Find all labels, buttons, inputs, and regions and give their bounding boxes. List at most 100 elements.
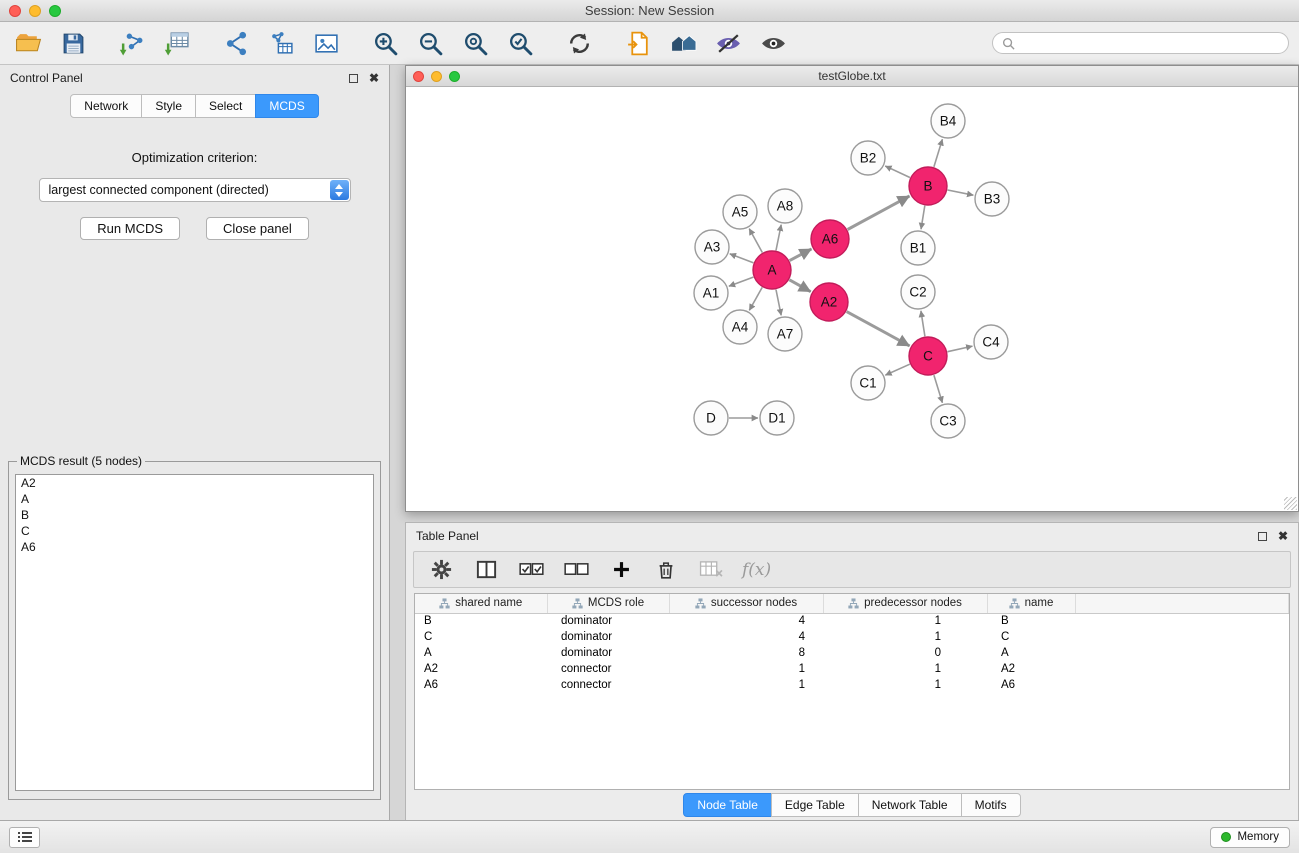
node-B4[interactable]: B4 bbox=[931, 104, 965, 138]
table-cell[interactable]: B bbox=[415, 613, 547, 629]
node-B[interactable]: B bbox=[909, 167, 947, 205]
node-D[interactable]: D bbox=[694, 401, 728, 435]
edge-A-A2[interactable] bbox=[789, 280, 810, 292]
node-A8[interactable]: A8 bbox=[768, 189, 802, 223]
zoom-selected-button[interactable] bbox=[502, 26, 539, 60]
close-panel-icon[interactable]: ✖ bbox=[369, 72, 379, 84]
network-image-button[interactable] bbox=[308, 26, 345, 60]
node-A7[interactable]: A7 bbox=[768, 317, 802, 351]
node-A1[interactable]: A1 bbox=[694, 276, 728, 310]
sort-icon[interactable] bbox=[695, 598, 706, 609]
gear-button[interactable] bbox=[427, 556, 455, 584]
table-cell[interactable]: A bbox=[415, 645, 547, 661]
table-cell[interactable]: B bbox=[987, 613, 1075, 629]
resize-grip[interactable] bbox=[1284, 497, 1297, 510]
hide-eye-button[interactable] bbox=[710, 26, 747, 60]
table-cell[interactable]: 1 bbox=[669, 661, 823, 677]
delete-row-button[interactable] bbox=[652, 556, 680, 584]
close-table-panel-icon[interactable]: ✖ bbox=[1278, 530, 1288, 542]
edge-C-C4[interactable] bbox=[948, 346, 973, 352]
column-header-name[interactable]: name bbox=[987, 594, 1075, 613]
tab-edge-table[interactable]: Edge Table bbox=[771, 793, 859, 817]
fullscreen-window-button[interactable] bbox=[49, 5, 61, 17]
edge-B-B1[interactable] bbox=[921, 206, 925, 230]
tab-select[interactable]: Select bbox=[195, 94, 256, 118]
result-item[interactable]: C bbox=[16, 523, 373, 539]
table-cell[interactable]: 8 bbox=[669, 645, 823, 661]
node-A[interactable]: A bbox=[753, 251, 791, 289]
network-table-button[interactable] bbox=[263, 26, 300, 60]
table-cell[interactable]: dominator bbox=[547, 613, 669, 629]
table-cell[interactable]: C bbox=[415, 629, 547, 645]
tab-motifs[interactable]: Motifs bbox=[961, 793, 1021, 817]
column-header-successor-nodes[interactable]: successor nodes bbox=[669, 594, 823, 613]
zoom-fit-button[interactable] bbox=[457, 26, 494, 60]
network-window-titlebar[interactable]: testGlobe.txt bbox=[406, 66, 1298, 87]
node-B3[interactable]: B3 bbox=[975, 182, 1009, 216]
node-C2[interactable]: C2 bbox=[901, 275, 935, 309]
result-item[interactable]: B bbox=[16, 507, 373, 523]
result-item[interactable]: A bbox=[16, 491, 373, 507]
search-box[interactable] bbox=[992, 32, 1289, 54]
edge-B-B2[interactable] bbox=[885, 166, 910, 178]
import-table-button[interactable] bbox=[159, 26, 196, 60]
table-cell[interactable]: connector bbox=[547, 677, 669, 693]
table-cell[interactable]: A2 bbox=[415, 661, 547, 677]
table-cell[interactable]: 1 bbox=[669, 677, 823, 693]
column-header-mcds-role[interactable]: MCDS role bbox=[547, 594, 669, 613]
edge-C-C1[interactable] bbox=[885, 364, 910, 375]
table-cell[interactable]: 1 bbox=[823, 661, 987, 677]
network-canvas[interactable]: B4B2BB3A8A5A6A3B1AC2A1A2A4A7C4CC1C3DD1 bbox=[406, 87, 1298, 511]
tab-node-table[interactable]: Node Table bbox=[683, 793, 772, 817]
zoom-in-button[interactable] bbox=[367, 26, 404, 60]
panel-list-button[interactable] bbox=[9, 827, 40, 848]
float-panel-icon[interactable] bbox=[349, 74, 358, 83]
node-table-container[interactable]: shared nameMCDS rolesuccessor nodesprede… bbox=[414, 593, 1290, 790]
edge-A6-B[interactable] bbox=[848, 196, 910, 230]
edge-A-A1[interactable] bbox=[729, 277, 754, 286]
network-graph[interactable]: B4B2BB3A8A5A6A3B1AC2A1A2A4A7C4CC1C3DD1 bbox=[406, 87, 1298, 511]
edge-C-C2[interactable] bbox=[921, 311, 925, 336]
tab-network[interactable]: Network bbox=[70, 94, 142, 118]
column-header-shared-name[interactable]: shared name bbox=[415, 594, 547, 613]
close-window-button[interactable] bbox=[9, 5, 21, 17]
edge-C-C3[interactable] bbox=[934, 375, 943, 403]
edge-A-A7[interactable] bbox=[776, 290, 781, 316]
deselect-all-button[interactable] bbox=[562, 556, 590, 584]
node-C[interactable]: C bbox=[909, 337, 947, 375]
node-A3[interactable]: A3 bbox=[695, 230, 729, 264]
column-header-predecessor-nodes[interactable]: predecessor nodes bbox=[823, 594, 987, 613]
add-row-button[interactable] bbox=[607, 556, 635, 584]
node-B1[interactable]: B1 bbox=[901, 231, 935, 265]
split-columns-button[interactable] bbox=[472, 556, 500, 584]
zoom-out-button[interactable] bbox=[412, 26, 449, 60]
table-cell[interactable]: A bbox=[987, 645, 1075, 661]
edge-B-B3[interactable] bbox=[948, 190, 974, 195]
search-input[interactable] bbox=[1020, 36, 1279, 50]
tab-network-table[interactable]: Network Table bbox=[858, 793, 962, 817]
result-item[interactable]: A6 bbox=[16, 539, 373, 555]
optimization-criterion-select[interactable]: largest connected component (directed) bbox=[39, 178, 351, 202]
node-A6[interactable]: A6 bbox=[811, 220, 849, 258]
edge-A-A8[interactable] bbox=[776, 225, 781, 251]
memory-button[interactable]: Memory bbox=[1210, 827, 1290, 848]
close-panel-button[interactable]: Close panel bbox=[206, 217, 309, 240]
eye-button[interactable] bbox=[755, 26, 792, 60]
table-cell[interactable]: dominator bbox=[547, 645, 669, 661]
table-cell[interactable]: 1 bbox=[823, 629, 987, 645]
node-D1[interactable]: D1 bbox=[760, 401, 794, 435]
node-B2[interactable]: B2 bbox=[851, 141, 885, 175]
table-cell[interactable]: 1 bbox=[823, 677, 987, 693]
edge-A2-C[interactable] bbox=[847, 312, 910, 346]
table-cell[interactable]: dominator bbox=[547, 629, 669, 645]
table-cell[interactable]: A6 bbox=[415, 677, 547, 693]
table-cell[interactable]: A2 bbox=[987, 661, 1075, 677]
table-cell[interactable]: 1 bbox=[823, 613, 987, 629]
table-cell[interactable]: 4 bbox=[669, 613, 823, 629]
select-all-button[interactable] bbox=[517, 556, 545, 584]
sort-icon[interactable] bbox=[1009, 598, 1020, 609]
table-cell[interactable]: A6 bbox=[987, 677, 1075, 693]
home-button[interactable] bbox=[665, 26, 702, 60]
function-builder-button[interactable]: f(x) bbox=[742, 560, 771, 580]
table-cell[interactable]: C bbox=[987, 629, 1075, 645]
